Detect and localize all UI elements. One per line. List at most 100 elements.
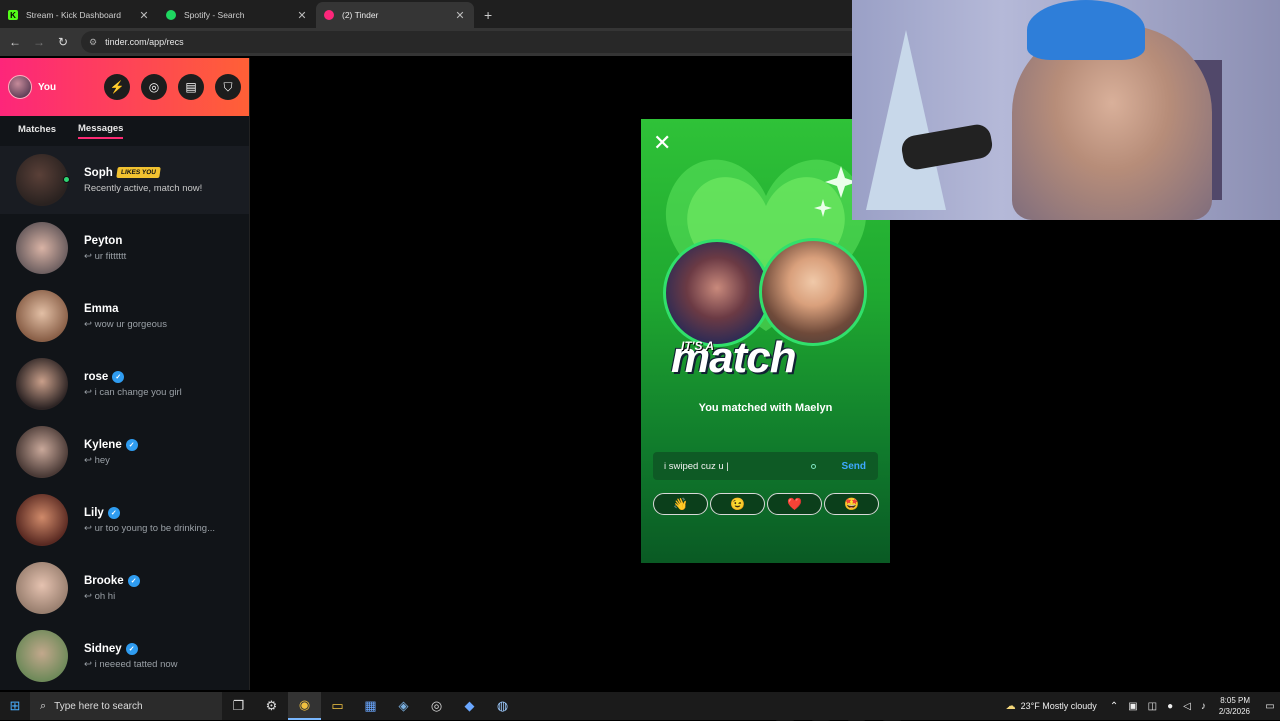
tab-title: (2) Tinder: [342, 10, 379, 20]
task-view-icon[interactable]: ❐: [222, 692, 255, 720]
conversation-item[interactable]: Brooke ✓ ↩ oh hi: [0, 554, 249, 622]
forward-icon[interactable]: →: [27, 35, 51, 49]
wink-emoji-button[interactable]: 😉: [710, 493, 765, 515]
verified-icon: ✓: [125, 438, 138, 451]
conversation-item[interactable]: Peyton ↩ ur fitttttt: [0, 214, 249, 282]
verified-icon: ✓: [107, 506, 120, 519]
matched-with-text: You matched with Maelyn: [698, 402, 833, 414]
avatar: [16, 290, 68, 342]
heart-emoji-button[interactable]: ❤️: [767, 493, 822, 515]
settings-icon[interactable]: ⚙: [255, 692, 288, 720]
boost-icon[interactable]: ⚡: [104, 74, 130, 100]
close-tab-icon[interactable]: ✕: [138, 9, 150, 22]
my-profile-photo: [663, 239, 771, 347]
network-icon[interactable]: ◫: [1148, 701, 1157, 712]
site-info-icon[interactable]: ⚙: [89, 37, 97, 48]
notification-icon[interactable]: ▭: [1260, 701, 1280, 712]
explore-icon[interactable]: ◎: [141, 74, 167, 100]
conversation-name: Sidney: [84, 642, 122, 655]
webcam-cap: [1027, 0, 1145, 60]
verified-icon: ✓: [112, 370, 125, 383]
conversation-preview: ↩ ur fitttttt: [84, 250, 127, 262]
conversation-preview: ↩ hey: [84, 454, 110, 466]
avatar: [16, 358, 68, 410]
url-field[interactable]: ⚙ tinder.com/app/recs: [81, 31, 861, 53]
shield-icon[interactable]: ⛉: [215, 74, 241, 100]
conversation-name: Peyton: [84, 234, 123, 247]
display-icon[interactable]: ▣: [1128, 701, 1137, 712]
its-a-label: IT'S A: [681, 339, 715, 353]
taskbar: ⊞ ⌕ Type here to search ❐ ⚙ ◉ ▭ ▦ ◈ ◎ ◆ …: [0, 692, 1280, 720]
weather-text[interactable]: 23°F Mostly cloudy: [1021, 701, 1097, 711]
tab-title: Stream - Kick Dashboard: [26, 10, 121, 20]
steam-icon[interactable]: ◈: [387, 692, 420, 720]
avatar: [16, 494, 68, 546]
conversation-item[interactable]: Sidney ✓ ↩ i neeeed tatted now: [0, 622, 249, 690]
file-explorer-icon[interactable]: ▭: [321, 692, 354, 720]
avatar: [16, 426, 68, 478]
chrome-icon[interactable]: ◉: [288, 692, 321, 720]
back-icon[interactable]: ←: [3, 35, 27, 49]
sound-icon[interactable]: ♪: [1201, 701, 1206, 712]
microphone-icon[interactable]: ●: [1167, 701, 1173, 712]
conversation-item[interactable]: Lily ✓ ↩ ur too young to be drinking...: [0, 486, 249, 554]
avatar[interactable]: [8, 75, 32, 99]
system-tray: ☁ 23°F Mostly cloudy ⌃ ▣ ◫ ● ◁ ♪ 8:05 PM…: [1001, 695, 1280, 717]
profile-label[interactable]: You: [38, 82, 93, 93]
likes-you-badge: LIKES YOU: [115, 167, 161, 178]
conversation-name: Kylene: [84, 438, 122, 451]
conversation-preview: Recently active, match now!: [84, 182, 203, 194]
tab-messages[interactable]: Messages: [78, 123, 124, 139]
send-button[interactable]: Send: [842, 461, 866, 472]
url-text: tinder.com/app/recs: [105, 37, 184, 47]
avatar: [16, 630, 68, 682]
match-profile-photo: [759, 238, 867, 346]
reload-icon[interactable]: ↻: [51, 35, 75, 49]
avatar: [16, 562, 68, 614]
obs-icon[interactable]: ◎: [420, 692, 453, 720]
close-tab-icon[interactable]: ✕: [296, 9, 308, 22]
conversation-item[interactable]: Kylene ✓ ↩ hey: [0, 418, 249, 486]
store-icon[interactable]: ▦: [354, 692, 387, 720]
browser-icon[interactable]: ◍: [486, 692, 519, 720]
quick-replies: 👋 😉 ❤️ 🤩: [653, 493, 879, 515]
conversation-item[interactable]: rose ✓ ↩ i can change you girl: [0, 350, 249, 418]
conversation-name: Lily: [84, 506, 104, 519]
conversation-name: Brooke: [84, 574, 124, 587]
message-input[interactable]: i swiped cuz u | Send: [653, 452, 878, 480]
close-icon[interactable]: ✕: [653, 130, 671, 156]
clock-time: 8:05 PM: [1220, 696, 1250, 705]
search-icon: ⌕: [40, 699, 47, 712]
conversation-preview: ↩ oh hi: [84, 590, 116, 602]
star-eyes-emoji-button[interactable]: 🤩: [824, 493, 879, 515]
webcam-tree: [866, 30, 946, 210]
chevron-up-icon[interactable]: ⌃: [1110, 701, 1118, 712]
conversation-preview: ↩ i neeeed tatted now: [84, 658, 178, 670]
tab-kick[interactable]: K Stream - Kick Dashboard ✕: [0, 2, 158, 28]
conversation-item[interactable]: Soph LIKES YOU Recently active, match now…: [0, 146, 249, 214]
conversation-name: Emma: [84, 302, 119, 315]
tab-title: Spotify - Search: [184, 10, 245, 20]
new-tab-button[interactable]: +: [474, 2, 502, 28]
wave-emoji-button[interactable]: 👋: [653, 493, 708, 515]
briefcase-icon[interactable]: ▤: [178, 74, 204, 100]
tab-spotify[interactable]: Spotify - Search ✕: [158, 2, 316, 28]
windows-start-icon[interactable]: ⊞: [0, 698, 30, 714]
volume-icon[interactable]: ◁: [1183, 701, 1191, 712]
weather-icon: ☁: [1005, 700, 1016, 712]
conversation-name: Soph: [84, 166, 113, 179]
conversation-preview: ↩ ur too young to be drinking...: [84, 522, 216, 534]
close-tab-icon[interactable]: ✕: [454, 9, 466, 22]
tab-matches[interactable]: Matches: [18, 124, 56, 138]
taskbar-search-placeholder: Type here to search: [54, 700, 143, 712]
conversation-item[interactable]: Emma ↩ wow ur gorgeous: [0, 282, 249, 350]
conversation-preview: ↩ i can change you girl: [84, 386, 182, 398]
verified-icon: ✓: [127, 574, 140, 587]
app-icon[interactable]: ◆: [453, 692, 486, 720]
clock[interactable]: 8:05 PM 2/3/2026: [1219, 695, 1250, 717]
verified-icon: ✓: [125, 642, 138, 655]
taskbar-search[interactable]: ⌕ Type here to search: [30, 692, 222, 720]
tab-tinder[interactable]: (2) Tinder ✕: [316, 2, 474, 28]
grammarly-icon[interactable]: [810, 463, 816, 469]
message-input-value[interactable]: i swiped cuz u |: [664, 461, 811, 472]
